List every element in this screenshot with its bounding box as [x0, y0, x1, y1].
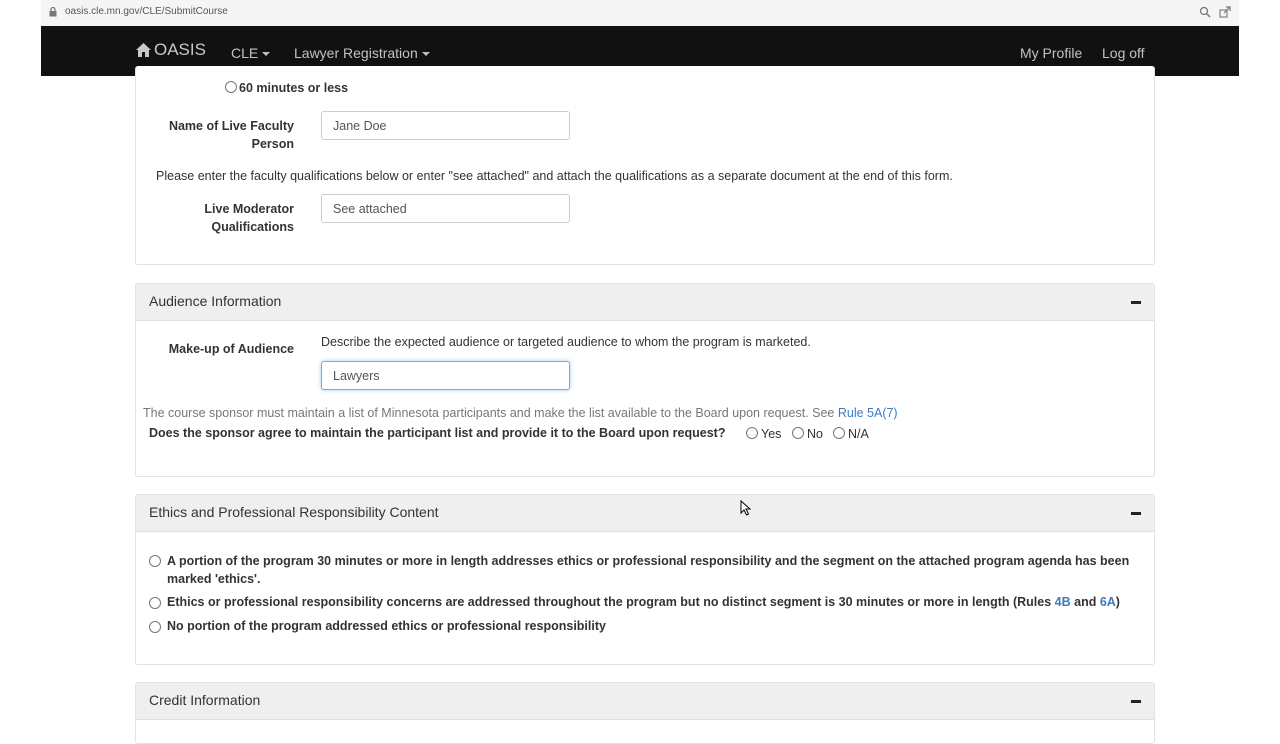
rule-5a7-link[interactable]: Rule 5A(7) — [838, 406, 898, 420]
sponsor-na-label: N/A — [848, 427, 869, 441]
sponsor-no-label: No — [807, 427, 823, 441]
faculty-name-label: Name of Live Faculty Person — [136, 117, 294, 153]
sponsor-no-radio[interactable] — [792, 427, 804, 439]
home-icon — [136, 43, 151, 57]
credit-panel: Credit Information — [135, 682, 1155, 744]
faculty-panel: 60 minutes or less Name of Live Faculty … — [135, 66, 1155, 265]
ethics-option3-radio[interactable] — [149, 621, 161, 633]
mouse-cursor-icon — [740, 500, 752, 516]
audience-makeup-value: Lawyers — [333, 369, 380, 383]
url-text[interactable]: oasis.cle.mn.gov/CLE/SubmitCourse — [65, 6, 228, 17]
caret-down-icon — [262, 52, 271, 57]
ethics-option2-text: Ethics or professional responsibility co… — [167, 595, 1055, 609]
brand-link[interactable]: OASIS — [135, 40, 206, 60]
ethics-option3-label: No portion of the program addressed ethi… — [167, 619, 606, 633]
sponsor-yes-radio[interactable] — [746, 427, 758, 439]
sponsor-note-text: The course sponsor must maintain a list … — [143, 406, 838, 420]
audience-panel-title: Audience Information — [149, 293, 282, 309]
duration-option-label: 60 minutes or less — [239, 81, 349, 95]
page-content: 60 minutes or less Name of Live Faculty … — [41, 66, 1239, 744]
faculty-name-label-line2: Person — [251, 137, 294, 151]
ethics-option1-line1: A portion of the program 30 minutes or m… — [167, 554, 1130, 568]
sponsor-yes-label: Yes — [761, 427, 782, 441]
faculty-name-label-line1: Name of Live Faculty — [168, 119, 294, 133]
moderator-qual-label-line2: Qualifications — [211, 220, 294, 234]
credit-panel-title: Credit Information — [149, 692, 261, 708]
nav-log-off[interactable]: Log off — [1102, 45, 1145, 61]
rule-4b-link[interactable]: 4B — [1055, 595, 1071, 609]
faculty-name-input[interactable]: Jane Doe — [321, 111, 570, 140]
ethics-option2-label: Ethics or professional responsibility co… — [167, 595, 1120, 609]
audience-makeup-help: Describe the expected audience or target… — [321, 335, 811, 349]
caret-down-icon — [421, 52, 430, 57]
faculty-name-value: Jane Doe — [333, 119, 387, 133]
ethics-option2-and: and — [1070, 595, 1100, 609]
ethics-option2-close: ) — [1115, 595, 1120, 609]
collapse-icon[interactable] — [1131, 301, 1141, 304]
browser-window: oasis.cle.mn.gov/CLE/SubmitCourse OASIS … — [0, 0, 1280, 744]
collapse-icon[interactable] — [1131, 512, 1141, 515]
nav-lawyer-registration-dropdown[interactable]: Lawyer Registration — [294, 45, 430, 61]
collapse-icon[interactable] — [1131, 700, 1141, 703]
share-icon[interactable] — [1219, 6, 1231, 18]
sponsor-note: The course sponsor must maintain a list … — [143, 406, 898, 420]
nav-my-profile-label: My Profile — [1020, 45, 1083, 61]
credit-panel-header[interactable]: Credit Information — [136, 683, 1154, 720]
moderator-qual-value: See attached — [333, 202, 407, 216]
audience-panel: Audience Information Make-up of Audience… — [135, 283, 1155, 477]
ethics-panel-title: Ethics and Professional Responsibility C… — [149, 504, 439, 520]
ethics-option1-label: A portion of the program 30 minutes or m… — [167, 552, 1129, 588]
moderator-qual-input[interactable]: See attached — [321, 194, 570, 223]
audience-makeup-input[interactable]: Lawyers — [321, 361, 570, 390]
nav-lawyer-registration-label: Lawyer Registration — [294, 45, 418, 61]
ethics-option2-radio[interactable] — [149, 597, 161, 609]
sponsor-question: Does the sponsor agree to maintain the p… — [149, 426, 726, 440]
ethics-panel: Ethics and Professional Responsibility C… — [135, 494, 1155, 665]
rule-6a-link[interactable]: 6A — [1100, 595, 1116, 609]
zoom-icon[interactable] — [1199, 6, 1211, 18]
sponsor-na-radio[interactable] — [833, 427, 845, 439]
audience-panel-header[interactable]: Audience Information — [136, 284, 1154, 321]
lock-icon — [49, 7, 57, 17]
ethics-option1-line2: marked 'ethics'. — [167, 572, 261, 586]
address-bar[interactable]: oasis.cle.mn.gov/CLE/SubmitCourse — [41, 0, 1239, 27]
nav-my-profile[interactable]: My Profile — [1020, 45, 1082, 61]
faculty-instructions: Please enter the faculty qualifications … — [156, 169, 953, 183]
ethics-panel-header[interactable]: Ethics and Professional Responsibility C… — [136, 495, 1154, 532]
nav-cle-dropdown[interactable]: CLE — [231, 45, 271, 61]
moderator-qual-label-line1: Live Moderator — [204, 202, 294, 216]
brand-label: OASIS — [154, 40, 206, 59]
nav-log-off-label: Log off — [1102, 45, 1145, 61]
nav-cle-label: CLE — [231, 45, 259, 61]
ethics-option1-radio[interactable] — [149, 555, 161, 567]
moderator-qual-label: Live Moderator Qualifications — [136, 200, 294, 236]
duration-radio[interactable] — [225, 81, 237, 93]
audience-makeup-label: Make-up of Audience — [168, 342, 294, 356]
